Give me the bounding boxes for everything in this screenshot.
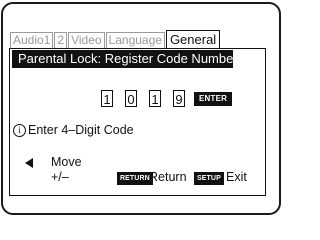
return-key-badge: RETURN: [117, 172, 153, 185]
page-title: Parental Lock: Register Code Number: [12, 50, 238, 68]
move-label: Move: [51, 155, 82, 169]
tab-video[interactable]: Video: [68, 32, 105, 48]
enter-key-badge: ENTER: [194, 91, 233, 106]
adjust-label: +/–: [51, 170, 69, 184]
code-digit-1[interactable]: 1: [101, 90, 113, 107]
code-digit-2[interactable]: 0: [125, 90, 137, 107]
info-icon: i: [13, 123, 26, 137]
code-digit-4[interactable]: 9: [173, 90, 185, 107]
left-arrow-icon: [25, 158, 33, 168]
info-text: Enter 4–Digit Code: [28, 123, 134, 137]
exit-label: Exit: [226, 170, 247, 184]
setup-key-badge: SETUP: [194, 172, 224, 185]
menu-tabs: Audio1 2 Video Language General: [10, 30, 221, 48]
tab-audio2[interactable]: 2: [54, 32, 68, 48]
info-line: i Enter 4–Digit Code: [13, 123, 134, 137]
code-entry: 1 0 1 9 ENTER: [101, 90, 233, 107]
tab-general[interactable]: General: [165, 30, 221, 48]
code-digit-3[interactable]: 1: [149, 90, 161, 107]
tab-language[interactable]: Language: [105, 32, 165, 48]
return-label: Return: [149, 170, 187, 184]
tab-audio1[interactable]: Audio1: [10, 32, 54, 48]
